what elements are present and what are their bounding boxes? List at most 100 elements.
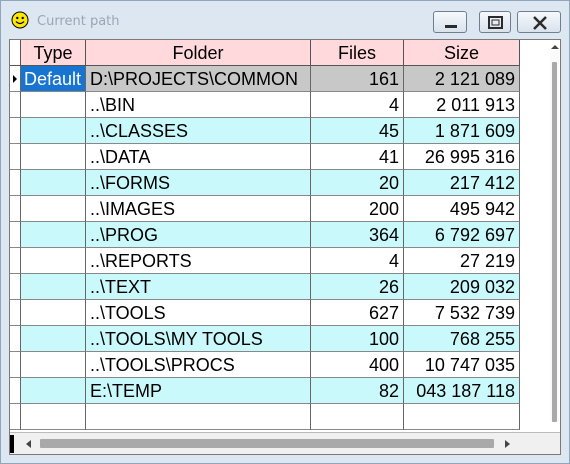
- folder-cell[interactable]: ..\IMAGES: [86, 196, 311, 222]
- header-corner: [10, 40, 21, 66]
- row-selector[interactable]: [10, 378, 21, 404]
- files-cell[interactable]: 20: [311, 170, 404, 196]
- size-cell[interactable]: 2 011 913: [404, 92, 520, 118]
- files-cell[interactable]: 400: [311, 352, 404, 378]
- table-row[interactable]: ..\CLASSES 45 1 871 609: [10, 118, 520, 144]
- type-cell[interactable]: [21, 352, 86, 378]
- type-cell[interactable]: [21, 144, 86, 170]
- folder-cell[interactable]: ..\PROG: [86, 222, 311, 248]
- column-header-files[interactable]: Files: [311, 40, 404, 66]
- files-cell[interactable]: 200: [311, 196, 404, 222]
- table-row[interactable]: ..\FORMS 20 217 412: [10, 170, 520, 196]
- table-row[interactable]: ..\TOOLS 627 7 532 739: [10, 300, 520, 326]
- scroll-right-icon[interactable]: [500, 437, 514, 451]
- size-cell[interactable]: 26 995 316: [404, 144, 520, 170]
- folder-cell[interactable]: ..\TOOLS\MY TOOLS: [86, 326, 311, 352]
- files-cell[interactable]: 45: [311, 118, 404, 144]
- files-cell[interactable]: 627: [311, 300, 404, 326]
- table-row[interactable]: ..\PROG 364 6 792 697: [10, 222, 520, 248]
- table-row[interactable]: ..\DATA 41 26 995 316: [10, 144, 520, 170]
- row-selector[interactable]: [10, 118, 21, 144]
- size-cell[interactable]: 043 187 118: [404, 378, 520, 404]
- row-selector[interactable]: [10, 300, 21, 326]
- folder-cell[interactable]: ..\BIN: [86, 92, 311, 118]
- grid-container: Type Folder Files Size Default D:\PROJECT…: [9, 39, 561, 455]
- horizontal-scrollbar[interactable]: [10, 432, 560, 454]
- table-row[interactable]: E:\TEMP 82 043 187 118: [10, 378, 520, 404]
- smiley-icon: [11, 11, 29, 29]
- size-cell[interactable]: 7 532 739: [404, 300, 520, 326]
- files-cell[interactable]: 4: [311, 92, 404, 118]
- table-row[interactable]: ..\BIN 4 2 011 913: [10, 92, 520, 118]
- empty-cell: [311, 404, 404, 430]
- table-row[interactable]: ..\TEXT 26 209 032: [10, 274, 520, 300]
- title-bar[interactable]: Current path: [1, 1, 569, 39]
- type-cell[interactable]: [21, 92, 86, 118]
- files-cell[interactable]: 26: [311, 274, 404, 300]
- row-selector[interactable]: [10, 248, 21, 274]
- row-selector[interactable]: [10, 196, 21, 222]
- type-cell[interactable]: [21, 118, 86, 144]
- row-selector[interactable]: [10, 326, 21, 352]
- files-cell[interactable]: 4: [311, 248, 404, 274]
- table-row[interactable]: ..\TOOLS\PROCS 400 10 747 035: [10, 352, 520, 378]
- row-selector[interactable]: [10, 66, 21, 92]
- row-selector[interactable]: [10, 274, 21, 300]
- table-row[interactable]: ..\REPORTS 4 27 219: [10, 248, 520, 274]
- scroll-up-icon[interactable]: [550, 42, 560, 52]
- folder-cell[interactable]: ..\CLASSES: [86, 118, 311, 144]
- window-title: Current path: [37, 14, 120, 29]
- minimize-icon: [445, 25, 457, 28]
- type-cell[interactable]: [21, 170, 86, 196]
- folder-cell[interactable]: ..\TEXT: [86, 274, 311, 300]
- row-selector[interactable]: [10, 222, 21, 248]
- type-cell[interactable]: [21, 300, 86, 326]
- folder-cell[interactable]: ..\TOOLS\PROCS: [86, 352, 311, 378]
- row-selector[interactable]: [10, 92, 21, 118]
- files-cell[interactable]: 161: [311, 66, 404, 92]
- vertical-scroll-thumb[interactable]: [552, 62, 557, 422]
- column-header-size[interactable]: Size: [404, 40, 520, 66]
- folder-cell[interactable]: ..\REPORTS: [86, 248, 311, 274]
- app-window: Current path Type Folder Files Size Defa…: [0, 0, 570, 464]
- size-cell[interactable]: 217 412: [404, 170, 520, 196]
- column-header-folder[interactable]: Folder: [86, 40, 311, 66]
- close-button[interactable]: [517, 11, 561, 33]
- maximize-button[interactable]: [479, 11, 511, 33]
- folder-cell[interactable]: ..\FORMS: [86, 170, 311, 196]
- size-cell[interactable]: 27 219: [404, 248, 520, 274]
- vertical-scrollbar[interactable]: [520, 40, 560, 432]
- size-cell[interactable]: 209 032: [404, 274, 520, 300]
- row-selector[interactable]: [10, 144, 21, 170]
- type-cell[interactable]: [21, 326, 86, 352]
- folder-cell[interactable]: ..\DATA: [86, 144, 311, 170]
- files-cell[interactable]: 364: [311, 222, 404, 248]
- folder-cell[interactable]: D:\PROJECTS\COMMON: [86, 66, 311, 92]
- type-cell[interactable]: [21, 378, 86, 404]
- size-cell[interactable]: 495 942: [404, 196, 520, 222]
- type-cell[interactable]: [21, 274, 86, 300]
- size-cell[interactable]: 6 792 697: [404, 222, 520, 248]
- type-cell[interactable]: [21, 248, 86, 274]
- type-cell[interactable]: [21, 222, 86, 248]
- files-cell[interactable]: 41: [311, 144, 404, 170]
- table-row[interactable]: Default D:\PROJECTS\COMMON 161 2 121 089: [10, 66, 520, 92]
- table-row[interactable]: ..\IMAGES 200 495 942: [10, 196, 520, 222]
- size-cell[interactable]: 1 871 609: [404, 118, 520, 144]
- table-row[interactable]: ..\TOOLS\MY TOOLS 100 768 255: [10, 326, 520, 352]
- scroll-left-icon[interactable]: [22, 437, 36, 451]
- size-cell[interactable]: 10 747 035: [404, 352, 520, 378]
- type-cell[interactable]: Default: [21, 66, 86, 92]
- files-cell[interactable]: 100: [311, 326, 404, 352]
- size-cell[interactable]: 768 255: [404, 326, 520, 352]
- type-cell[interactable]: [21, 196, 86, 222]
- folder-cell[interactable]: E:\TEMP: [86, 378, 311, 404]
- size-cell[interactable]: 2 121 089: [404, 66, 520, 92]
- row-selector[interactable]: [10, 352, 21, 378]
- column-header-type[interactable]: Type: [21, 40, 86, 66]
- minimize-button[interactable]: [433, 11, 467, 33]
- files-cell[interactable]: 82: [311, 378, 404, 404]
- horizontal-scroll-thumb[interactable]: [40, 439, 494, 448]
- row-selector[interactable]: [10, 170, 21, 196]
- folder-cell[interactable]: ..\TOOLS: [86, 300, 311, 326]
